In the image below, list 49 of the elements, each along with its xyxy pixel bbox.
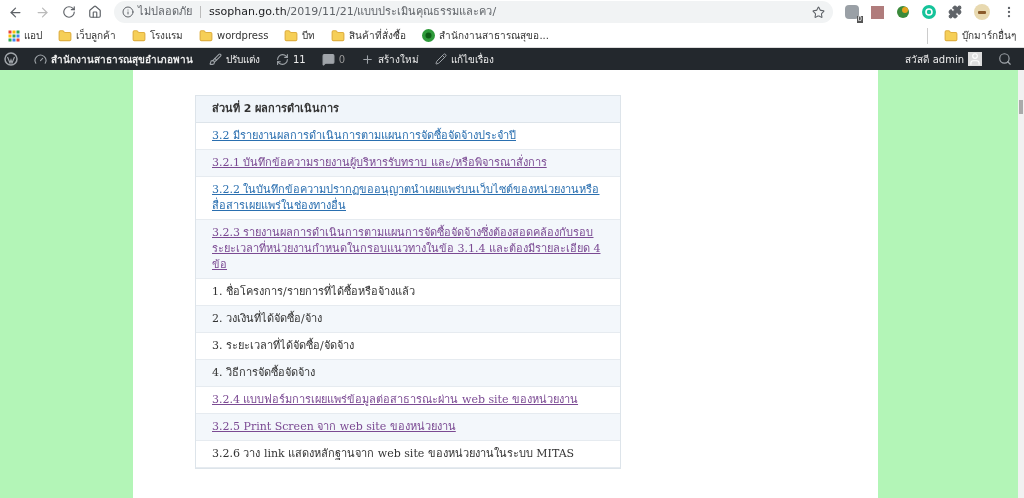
security-label: ไม่ปลอดภัย	[138, 3, 192, 20]
table-link[interactable]: 3.2.3 รายงานผลการดำเนินการตามแผนการจัดซื้อจัดจ้างซึ่งต้องสอดคล้องกับรอบระยะเวลาที่หน่วยงานกำหนดในกรอบแนวทางในข้อ 3.1.4 และต้องมีรายละเอียด 4 ข้อ	[196, 220, 620, 279]
new-menu[interactable]: สร้างใหม่	[361, 51, 420, 67]
bookmark-item[interactable]: wordpress	[199, 28, 269, 43]
apps-icon	[8, 29, 20, 42]
folder-icon	[331, 28, 346, 43]
table-heading: ส่วนที่ 2 ผลการดำเนินการ	[196, 96, 620, 123]
bookmark-item[interactable]: สำนักงานสาธารณสุขอ...	[422, 28, 549, 43]
user-avatar-icon	[968, 52, 982, 66]
home-icon[interactable]	[88, 5, 102, 19]
table-cell: 4. วิธีการจัดซื้อจัดจ้าง	[196, 360, 620, 387]
brush-icon	[209, 52, 222, 66]
updates-menu[interactable]: 11	[276, 51, 306, 67]
table-link[interactable]: 3.2.5 Print Screen จาก web site ของหน่วยงาน	[196, 414, 620, 441]
wordpress-icon[interactable]	[4, 52, 18, 66]
avatar-icon[interactable]	[974, 4, 990, 20]
url-text: ssophan.go.th/2019/11/21/แบบประเมินคุณธรรมและคว/	[209, 3, 497, 20]
search-icon[interactable]	[998, 52, 1012, 66]
comments-menu[interactable]: 0	[321, 51, 346, 67]
edit-menu[interactable]: แก้ไขเรื่อง	[435, 51, 495, 67]
site-menu[interactable]: สำนักงานสาธารณสุขอำเภอพาน	[34, 51, 193, 67]
folder-icon	[284, 28, 299, 43]
folder-icon	[199, 28, 213, 43]
puzzle-icon[interactable]	[948, 5, 962, 19]
bookmark-item[interactable]: สินค้าที่สั่งซื้อ	[331, 28, 407, 43]
bookmark-item[interactable]: บีท	[284, 28, 316, 43]
back-icon[interactable]	[8, 4, 23, 20]
plus-icon	[361, 52, 375, 66]
pencil-icon	[435, 53, 448, 65]
address-bar[interactable]: ไม่ปลอดภัย ssophan.go.th/2019/11/21/แบบประเมินคุณธรรมและคว/	[114, 1, 833, 23]
table-cell: 2. วงเงินที่ได้จัดซื้อ/จ้าง	[196, 306, 620, 333]
star-icon[interactable]	[812, 5, 825, 19]
folder-icon	[132, 28, 146, 43]
other-bookmarks[interactable]: บุ๊กมาร์กอื่นๆ	[944, 28, 1016, 43]
folder-icon	[944, 28, 958, 43]
info-icon	[122, 6, 134, 18]
refresh-icon	[276, 52, 289, 66]
customize-menu[interactable]: ปรับแต่ง	[209, 51, 260, 67]
table-link[interactable]: 3.2.1 บันทึกข้อความรายงานผู้บริหารรับทราบ และ/หรือพิจารณาสั่งการ	[196, 150, 620, 177]
scrollbar[interactable]	[1018, 70, 1024, 498]
reload-icon[interactable]	[62, 5, 76, 19]
site-icon	[422, 29, 436, 42]
comment-icon	[321, 52, 335, 66]
bookmark-item[interactable]: เว็บลูกค้า	[58, 28, 116, 43]
bookmark-item[interactable]: โรงแรม	[132, 28, 183, 43]
dashboard-icon	[34, 52, 47, 66]
account-menu[interactable]: สวัสดี admin	[905, 51, 982, 67]
folder-icon	[58, 28, 72, 43]
bookmark-item[interactable]: แอป	[8, 28, 42, 43]
